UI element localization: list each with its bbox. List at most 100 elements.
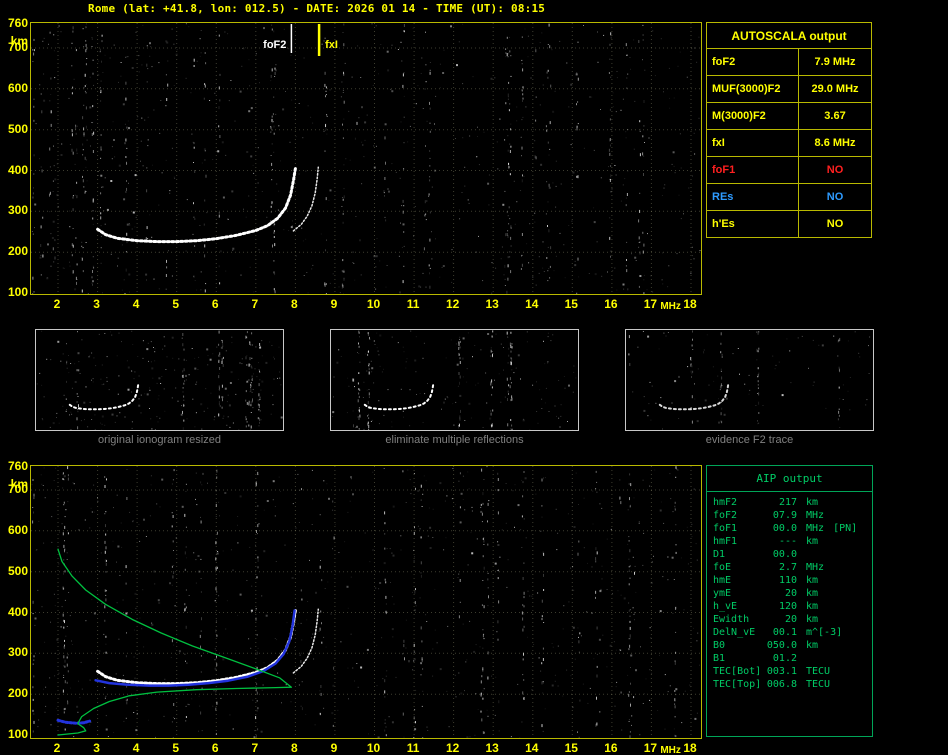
aip-header: AIP output (707, 466, 872, 492)
x-tick-label: 17 (644, 741, 657, 755)
aip-param-label: B0 (713, 639, 765, 652)
aip-param-label: foE (713, 561, 765, 574)
aip-output-panel: AIP output hmF2217kmfoF207.9MHzfoF100.0M… (706, 465, 873, 737)
x-tick-label: 15 (565, 297, 578, 311)
thumbnail-eliminate-reflections (330, 329, 579, 431)
autoscala-row-fxi: fxI8.6 MHz (707, 130, 871, 157)
y-tick-label: 200 (1, 244, 28, 258)
aip-row-fof2: foF207.9MHz (707, 509, 872, 522)
x-axis-unit: MHz (660, 301, 681, 312)
x-tick-label: 9 (331, 741, 338, 755)
aip-param-value: 00.1 (765, 626, 797, 639)
aip-row-ewidth: Ewidth20km (707, 613, 872, 626)
aip-param-value: 110 (765, 574, 797, 587)
ionogram-plot-bottom (30, 465, 702, 739)
y-tick-label: 600 (1, 81, 28, 95)
x-tick-label: 13 (486, 297, 499, 311)
page-title: Rome (lat: +41.8, lon: 012.5) - DATE: 20… (88, 2, 545, 15)
thumbnail-eliminate-canvas (331, 330, 578, 430)
aip-param-label: foF1 (713, 522, 765, 535)
y-tick-label: 100 (1, 727, 28, 741)
aip-row-tecbot: TEC[Bot]003.1TECU (707, 665, 872, 678)
aip-param-label: D1 (713, 548, 765, 561)
aip-param-unit: km (806, 535, 818, 548)
autoscala-param-label: M(3000)F2 (707, 103, 799, 129)
ionogram-plot-top: foF2 fxI (30, 22, 702, 295)
autoscala-param-value: 7.9 MHz (799, 49, 871, 75)
x-tick-label: 17 (644, 297, 657, 311)
aip-row-tectop: TEC[Top]006.8TECU (707, 678, 872, 691)
y-tick-label: 500 (1, 122, 28, 136)
aip-param-label: hmE (713, 574, 765, 587)
autoscala-param-value: NO (799, 157, 871, 183)
autoscala-row-fof2: foF27.9 MHz (707, 49, 871, 76)
x-tick-label: 10 (367, 741, 380, 755)
y-tick-label: 100 (1, 285, 28, 299)
x-tick-label: 3 (93, 297, 100, 311)
aip-param-label: Ewidth (713, 613, 765, 626)
aip-param-unit: km (806, 639, 818, 652)
thumbnail-evidence-canvas (626, 330, 873, 430)
y-axis-unit: km (1, 477, 28, 491)
y-tick-label: 400 (1, 163, 28, 177)
x-tick-label: 5 (172, 741, 179, 755)
y-axis-unit: km (1, 34, 28, 48)
x-tick-label: 18 (683, 741, 696, 755)
autoscala-screen: Rome (lat: +41.8, lon: 012.5) - DATE: 20… (0, 0, 948, 755)
aip-param-unit: km (806, 600, 818, 613)
aip-row-delnve: DelN_vE00.1m^[-3] (707, 626, 872, 639)
aip-row-foe: foE2.7MHz (707, 561, 872, 574)
autoscala-param-label: h'Es (707, 211, 799, 237)
aip-param-unit: TECU (806, 678, 830, 691)
aip-param-value: 217 (765, 496, 797, 509)
svg-text:foF2: foF2 (263, 39, 286, 51)
y-tick-label: 300 (1, 645, 28, 659)
autoscala-param-value: NO (799, 184, 871, 210)
aip-param-unit: km (806, 587, 818, 600)
aip-param-unit: km (806, 574, 818, 587)
x-tick-label: 14 (525, 741, 538, 755)
x-tick-label: 2 (54, 741, 61, 755)
y-tick-label: 600 (1, 523, 28, 537)
x-tick-label: 5 (172, 297, 179, 311)
y-tick-label: 200 (1, 686, 28, 700)
x-tick-label: 12 (446, 741, 459, 755)
aip-param-label: ymE (713, 587, 765, 600)
aip-param-unit: MHz (806, 561, 824, 574)
y-tick-label: 400 (1, 605, 28, 619)
x-tick-label: 7 (251, 297, 258, 311)
autoscala-param-label: foF1 (707, 157, 799, 183)
aip-param-value: 003.1 (765, 665, 797, 678)
svg-text:fxI: fxI (325, 39, 338, 51)
autoscala-row-hes: h'EsNO (707, 211, 871, 237)
x-tick-label: 8 (291, 297, 298, 311)
autoscala-output-panel: AUTOSCALA output foF27.9 MHzMUF(3000)F22… (706, 22, 872, 238)
aip-param-value: 006.8 (765, 678, 797, 691)
aip-row-d1: D100.0 (707, 548, 872, 561)
aip-param-value: 050.0 (765, 639, 797, 652)
autoscala-row-m3000f2: M(3000)F23.67 (707, 103, 871, 130)
x-tick-label: 4 (133, 741, 140, 755)
x-tick-label: 16 (604, 297, 617, 311)
aip-row-fof1: foF100.0MHz[PN] (707, 522, 872, 535)
aip-row-b1: B101.2 (707, 652, 872, 665)
autoscala-param-value: NO (799, 211, 871, 237)
autoscala-row-muf3000f2: MUF(3000)F229.0 MHz (707, 76, 871, 103)
aip-row-hme: hmE110 km (707, 574, 872, 587)
autoscala-header: AUTOSCALA output (707, 23, 871, 49)
aip-param-value: 07.9 (765, 509, 797, 522)
y-tick-label: 760 (1, 459, 28, 473)
thumbnail-caption-eliminate: eliminate multiple reflections (330, 434, 579, 446)
autoscala-param-label: REs (707, 184, 799, 210)
x-tick-label: 3 (93, 741, 100, 755)
y-tick-label: 760 (1, 16, 28, 30)
aip-param-label: h_vE (713, 600, 765, 613)
aip-param-label: B1 (713, 652, 765, 665)
x-tick-label: 13 (486, 741, 499, 755)
autoscala-param-label: MUF(3000)F2 (707, 76, 799, 102)
aip-param-value: 20 (765, 613, 797, 626)
x-tick-label: 6 (212, 741, 219, 755)
autoscala-row-res: REsNO (707, 184, 871, 211)
aip-param-unit: MHz (806, 509, 824, 522)
aip-param-note: [PN] (833, 522, 857, 535)
